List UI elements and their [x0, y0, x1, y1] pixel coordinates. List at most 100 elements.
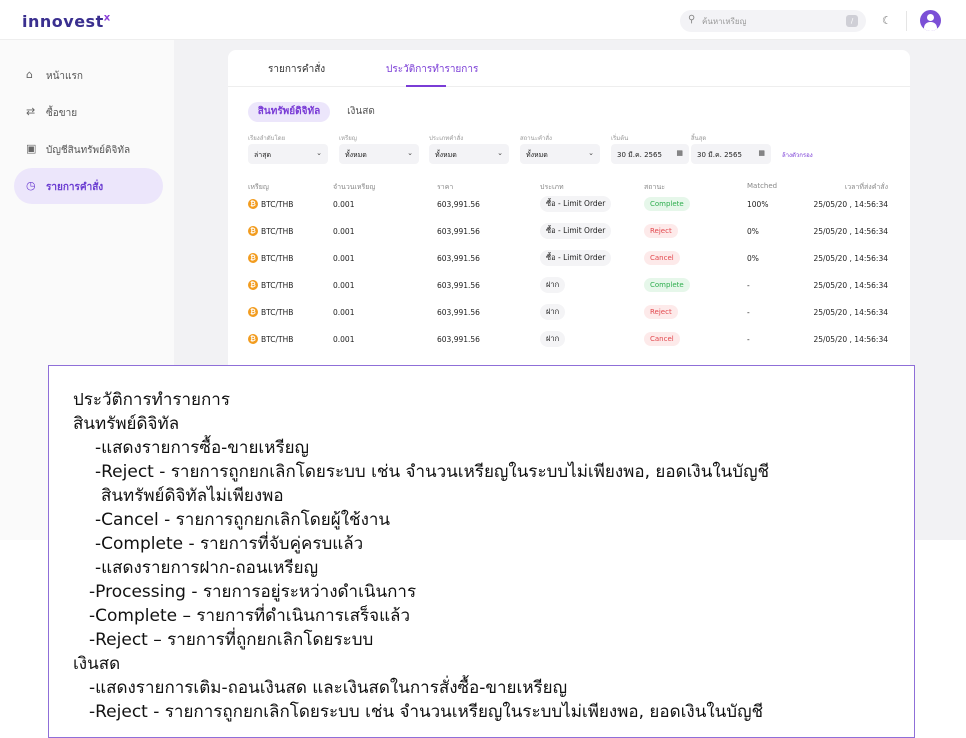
search-placeholder: ค้นหาเหรียญ [702, 17, 747, 26]
status-badge: Complete [644, 278, 690, 292]
row-time: 25/05/20 , 14:56:34 [813, 200, 888, 209]
table-row[interactable]: ₿ BTC/THB 0.001 603,991.56 ซื้อ - Limit … [248, 192, 888, 219]
table-row[interactable]: ₿ BTC/THB 0.001 603,991.56 ซื้อ - Limit … [248, 219, 888, 246]
status-badge: Complete [644, 197, 690, 211]
swap-icon: ⇄ [26, 105, 36, 118]
tab-bar: รายการคำสั่ง ประวัติการทำรายการ [228, 50, 910, 87]
row-coin: BTC/THB [261, 335, 294, 344]
subtab-digital-assets[interactable]: สินทรัพย์ดิจิทัล [248, 102, 330, 122]
annotation-title: ประวัติการทำรายการ [73, 390, 230, 410]
avatar-body [924, 22, 937, 31]
annotation-line: -แสดงรายการซื้อ-ขายเหรียญ [95, 438, 310, 458]
moon-icon[interactable]: ☾ [882, 14, 892, 27]
table-row[interactable]: ₿ BTC/THB 0.001 603,991.56 ฝาก Cancel - … [248, 327, 888, 354]
tab-orders[interactable]: รายการคำสั่ง [268, 62, 325, 77]
row-price: 603,991.56 [437, 200, 480, 209]
row-price: 603,991.56 [437, 281, 480, 290]
filter-end-date[interactable]: 30 มี.ค. 2565 ▦ [691, 144, 771, 164]
row-coin: BTC/THB [261, 200, 294, 209]
filter-coin-value: ทั้งหมด [345, 151, 367, 159]
annotation-line: -Complete - รายการที่จับคู่ครบแล้ว [95, 534, 364, 554]
status-badge: Cancel [644, 332, 680, 346]
row-amount: 0.001 [333, 335, 355, 344]
bitcoin-icon: ₿ [248, 280, 258, 290]
row-price: 603,991.56 [437, 227, 480, 236]
annotation-line: -แสดงรายการฝาก-ถอนเหรียญ [95, 558, 319, 578]
sidebar-item-trade[interactable]: ⇄ ซื้อขาย [14, 94, 163, 130]
calendar-icon: ▦ [758, 149, 765, 157]
status-badge: Reject [644, 224, 678, 238]
row-amount: 0.001 [333, 308, 355, 317]
filter-sort-select[interactable]: ล่าสุด ⌄ [248, 144, 328, 164]
sidebar-item-label: บัญชีสินทรัพย์ดิจิทัล [46, 145, 131, 156]
row-price: 603,991.56 [437, 308, 480, 317]
row-coin: BTC/THB [261, 308, 294, 317]
row-time: 25/05/20 , 14:56:34 [813, 335, 888, 344]
row-amount: 0.001 [333, 254, 355, 263]
sidebar-item-home[interactable]: ⌂ หน้าแรก [14, 57, 163, 93]
app-root: innovestx ⚲ ค้นหาเหรียญ / ☾ ⌂ หน้าแรก ⇄ … [0, 0, 966, 738]
bitcoin-icon: ₿ [248, 226, 258, 236]
column-header-matched: Matched [747, 182, 778, 190]
sidebar-item-label: รายการคำสั่ง [46, 182, 104, 193]
annotation-section: เงินสด [73, 654, 121, 674]
bitcoin-icon: ₿ [248, 199, 258, 209]
search-shortcut-key: / [846, 15, 858, 27]
row-amount: 0.001 [333, 281, 355, 290]
table-row[interactable]: ₿ BTC/THB 0.001 603,991.56 ฝาก Reject - … [248, 300, 888, 327]
row-price: 603,991.56 [437, 254, 480, 263]
chevron-down-icon: ⌄ [588, 149, 594, 157]
sidebar-item-orders[interactable]: ◷ รายการคำสั่ง [14, 168, 163, 204]
filter-type-value: ทั้งหมด [435, 151, 457, 159]
row-type: ฝาก [540, 304, 566, 320]
logo-text: innovest [22, 12, 104, 31]
search-icon: ⚲ [688, 14, 696, 25]
row-matched: 100% [747, 200, 769, 209]
row-matched: - [747, 308, 750, 317]
subtab-cash[interactable]: เงินสด [336, 102, 386, 122]
sidebar-item-wallet[interactable]: ▣ บัญชีสินทรัพย์ดิจิทัล [14, 131, 163, 167]
logo-mark: x [103, 12, 111, 24]
row-type: ซื้อ - Limit Order [540, 250, 612, 266]
annotation-section: สินทรัพย์ดิจิทัล [73, 414, 180, 434]
row-type: ซื้อ - Limit Order [540, 196, 612, 212]
filter-status-select[interactable]: ทั้งหมด ⌄ [520, 144, 600, 164]
filter-status-value: ทั้งหมด [526, 151, 548, 159]
annotation-line: -Complete – รายการที่ดำเนินการเสร็จแล้ว [89, 606, 410, 626]
sidebar-item-label: ซื้อขาย [46, 108, 78, 119]
wallet-icon: ▣ [26, 142, 37, 155]
table-row[interactable]: ₿ BTC/THB 0.001 603,991.56 ซื้อ - Limit … [248, 246, 888, 273]
annotation-line: -Cancel - รายการถูกยกเลิกโดยผู้ใช้งาน [95, 510, 391, 530]
clear-filter-link[interactable]: ล้างตัวกรอง [782, 150, 813, 160]
filter-coin-select[interactable]: ทั้งหมด ⌄ [339, 144, 419, 164]
row-amount: 0.001 [333, 227, 355, 236]
row-coin: BTC/THB [261, 227, 294, 236]
brand-logo[interactable]: innovestx [22, 12, 111, 31]
status-badge: Reject [644, 305, 678, 319]
row-coin: BTC/THB [261, 254, 294, 263]
chevron-down-icon: ⌄ [497, 149, 503, 157]
filter-start-date[interactable]: 30 มี.ค. 2565 ▦ [611, 144, 689, 164]
search-bar[interactable]: ⚲ ค้นหาเหรียญ / [680, 10, 866, 32]
bitcoin-icon: ₿ [248, 253, 258, 263]
row-matched: 0% [747, 227, 759, 236]
annotation-line: -Processing - รายการอยู่ระหว่างดำเนินการ [89, 582, 417, 602]
tab-history[interactable]: ประวัติการทำรายการ [386, 62, 478, 77]
chevron-down-icon: ⌄ [316, 149, 322, 157]
tab-active-indicator [406, 85, 446, 87]
row-matched: - [747, 281, 750, 290]
table-row[interactable]: ₿ BTC/THB 0.001 603,991.56 ฝาก Complete … [248, 273, 888, 300]
top-header: innovestx ⚲ ค้นหาเหรียญ / ☾ [0, 0, 966, 40]
filter-type-select[interactable]: ทั้งหมด ⌄ [429, 144, 509, 164]
row-type: ซื้อ - Limit Order [540, 223, 612, 239]
avatar[interactable] [920, 10, 941, 31]
annotation-line: -Reject - รายการถูกยกเลิกโดยระบบ เช่น จำ… [89, 702, 764, 722]
clock-icon: ◷ [26, 179, 36, 192]
annotation-line: -Reject - รายการถูกยกเลิกโดยระบบ เช่น จำ… [95, 462, 770, 482]
row-time: 25/05/20 , 14:56:34 [813, 227, 888, 236]
filter-status-label: สถานะคำสั่ง [520, 135, 552, 142]
annotation-line: -แสดงรายการเติม-ถอนเงินสด และเงินสดในการ… [89, 678, 568, 698]
row-time: 25/05/20 , 14:56:34 [813, 254, 888, 263]
home-icon: ⌂ [26, 68, 33, 81]
filter-coin-label: เหรียญ [339, 135, 357, 142]
